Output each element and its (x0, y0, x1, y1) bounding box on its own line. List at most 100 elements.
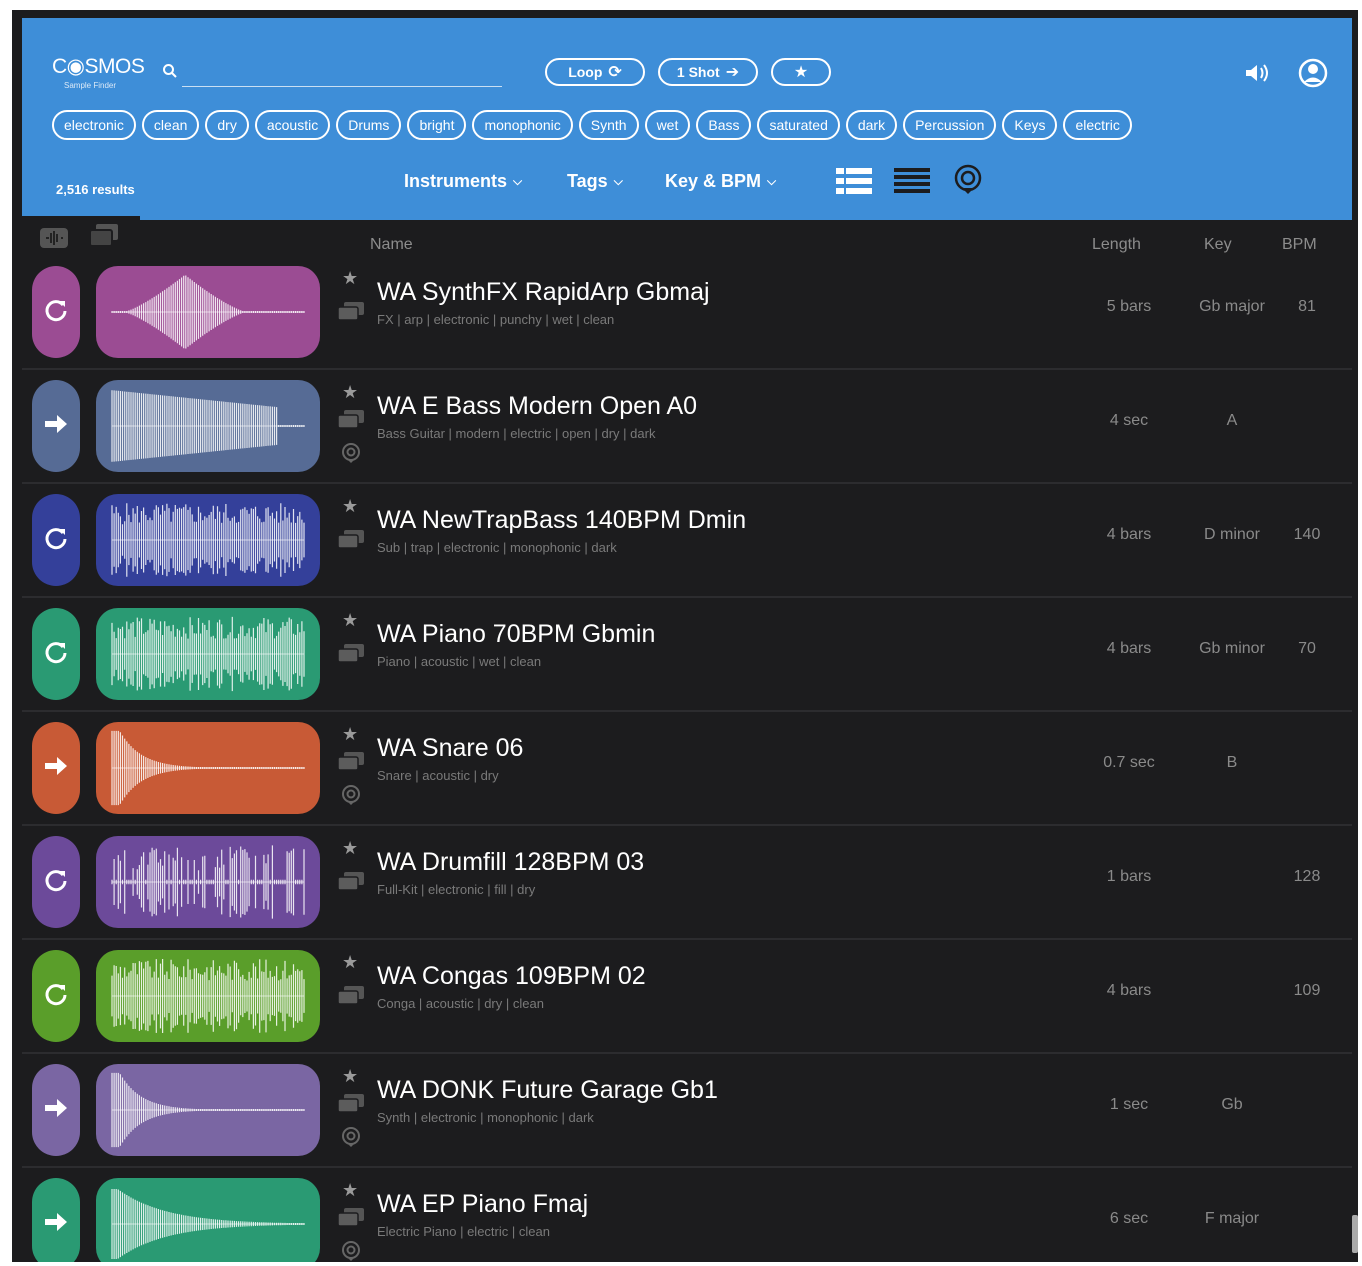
collection-icon[interactable] (90, 224, 118, 248)
sample-title[interactable]: WA DONK Future Garage Gb1 (377, 1076, 718, 1105)
sample-row[interactable]: ★ WA E Bass Modern Open A0 Bass Guitar |… (22, 370, 1352, 484)
play-loop-button[interactable] (32, 836, 80, 928)
column-header-key[interactable]: Key (1204, 236, 1232, 254)
search-input[interactable] (182, 60, 506, 86)
tag-chip[interactable]: wet (644, 110, 691, 140)
tag-chip[interactable]: bright (407, 110, 467, 140)
tag-chip[interactable]: Bass (696, 110, 752, 140)
star-icon[interactable]: ★ (342, 382, 358, 403)
instruments-dropdown[interactable]: Instruments ⌵ (404, 171, 522, 192)
sample-key: Gb minor (1199, 640, 1265, 657)
loop-filter-button[interactable]: Loop ⟳ (545, 58, 645, 86)
user-account-icon[interactable] (1298, 58, 1328, 88)
waveform[interactable] (96, 608, 320, 700)
collection-icon[interactable] (337, 410, 364, 429)
target-icon[interactable] (340, 442, 362, 464)
target-icon[interactable] (340, 1126, 362, 1148)
search-icon[interactable] (162, 63, 178, 79)
sample-row[interactable]: ★ WA Drumfill 128BPM 03 Full-Kit | elect… (22, 826, 1352, 940)
collection-icon[interactable] (337, 986, 364, 1005)
star-icon[interactable]: ★ (342, 268, 358, 289)
sample-row[interactable]: ★ WA Congas 109BPM 02 Conga | acoustic |… (22, 940, 1352, 1054)
tag-chip[interactable]: dry (205, 110, 249, 140)
sample-row[interactable]: ★ WA DONK Future Garage Gb1 Synth | elec… (22, 1054, 1352, 1168)
tag-chip[interactable]: Drums (336, 110, 402, 140)
arrow-right-icon (43, 755, 69, 782)
sample-title[interactable]: WA NewTrapBass 140BPM Dmin (377, 506, 746, 535)
star-icon[interactable]: ★ (342, 496, 358, 517)
compact-view-icon[interactable] (894, 168, 930, 194)
waveform[interactable] (96, 266, 320, 358)
waveform[interactable] (96, 722, 320, 814)
tag-chip[interactable]: Percussion (903, 110, 997, 140)
target-icon[interactable] (340, 784, 362, 806)
waveform[interactable] (96, 494, 320, 586)
sample-title[interactable]: WA E Bass Modern Open A0 (377, 392, 697, 421)
key-bpm-dropdown[interactable]: Key & BPM ⌵ (665, 171, 776, 192)
play-loop-button[interactable] (32, 494, 80, 586)
sample-row[interactable]: ★ WA Snare 06 Snare | acoustic | dry 0.7… (22, 712, 1352, 826)
target-icon[interactable] (340, 1240, 362, 1262)
scrollbar-thumb[interactable] (1352, 1215, 1358, 1253)
tag-chip[interactable]: Synth (578, 110, 639, 140)
sample-row[interactable]: ★ WA NewTrapBass 140BPM Dmin Sub | trap … (22, 484, 1352, 598)
tag-chip[interactable]: monophonic (472, 110, 573, 140)
play-oneshot-button[interactable] (32, 1064, 80, 1156)
play-oneshot-button[interactable] (32, 1178, 80, 1262)
target-view-icon[interactable] (952, 164, 984, 196)
sample-title[interactable]: WA Congas 109BPM 02 (377, 962, 646, 991)
collection-icon[interactable] (337, 1094, 364, 1113)
star-icon[interactable]: ★ (342, 1066, 358, 1087)
waveform[interactable] (96, 836, 320, 928)
tag-chip[interactable]: Keys (1002, 110, 1058, 140)
sample-title[interactable]: WA Drumfill 128BPM 03 (377, 848, 644, 877)
column-header-bpm[interactable]: BPM (1282, 236, 1317, 254)
tag-chip[interactable]: saturated (757, 110, 840, 140)
star-icon[interactable]: ★ (342, 838, 358, 859)
collection-icon[interactable] (337, 302, 364, 321)
waveform[interactable] (96, 1064, 320, 1156)
sample-title[interactable]: WA SynthFX RapidArp Gbmaj (377, 278, 710, 307)
list-view-icon[interactable] (836, 168, 872, 194)
favorites-filter-button[interactable]: ★ (771, 58, 831, 86)
play-loop-button[interactable] (32, 266, 80, 358)
waveform[interactable] (96, 950, 320, 1042)
volume-icon[interactable] (1244, 62, 1270, 84)
tag-chip[interactable]: electronic (52, 110, 136, 140)
oneshot-filter-button[interactable]: 1 Shot ➔ (658, 58, 758, 86)
collection-icon[interactable] (337, 872, 364, 891)
waveform[interactable] (96, 380, 320, 472)
tag-chip[interactable]: electric (1063, 110, 1132, 140)
star-icon[interactable]: ★ (342, 952, 358, 973)
waveform-toggle-icon[interactable] (40, 228, 68, 248)
sample-title[interactable]: WA Snare 06 (377, 734, 523, 763)
loop-icon: ⟳ (608, 64, 622, 81)
play-loop-button[interactable] (32, 608, 80, 700)
collection-icon[interactable] (337, 752, 364, 771)
waveform[interactable] (96, 1178, 320, 1262)
star-icon[interactable]: ★ (342, 724, 358, 745)
column-header-name[interactable]: Name (370, 236, 413, 254)
tag-chip[interactable]: clean (141, 110, 200, 140)
star-icon[interactable]: ★ (342, 610, 358, 631)
chevron-down-icon: ⌵ (767, 174, 777, 188)
play-loop-button[interactable] (32, 950, 80, 1042)
tag-chip[interactable]: dark (845, 110, 898, 140)
collection-icon[interactable] (337, 1208, 364, 1227)
sample-row[interactable]: ★ WA EP Piano Fmaj Electric Piano | elec… (22, 1168, 1352, 1262)
app-logo-subtitle: Sample Finder (64, 81, 117, 90)
chevron-down-icon: ⌵ (613, 174, 623, 188)
column-header-length[interactable]: Length (1092, 236, 1141, 254)
tag-chip[interactable]: acoustic (254, 110, 331, 140)
play-oneshot-button[interactable] (32, 380, 80, 472)
play-oneshot-button[interactable] (32, 722, 80, 814)
star-icon[interactable]: ★ (342, 1180, 358, 1201)
tags-dropdown[interactable]: Tags ⌵ (567, 171, 623, 192)
collection-icon[interactable] (337, 644, 364, 663)
sample-title[interactable]: WA EP Piano Fmaj (377, 1190, 588, 1219)
header-bar: C◉SMOS Sample Finder Loop ⟳ 1 Shot ➔ ★ e… (22, 18, 1352, 216)
collection-icon[interactable] (337, 530, 364, 549)
sample-row[interactable]: ★ WA Piano 70BPM Gbmin Piano | acoustic … (22, 598, 1352, 712)
sample-title[interactable]: WA Piano 70BPM Gbmin (377, 620, 655, 649)
sample-row[interactable]: ★ WA SynthFX RapidArp Gbmaj FX | arp | e… (22, 256, 1352, 370)
